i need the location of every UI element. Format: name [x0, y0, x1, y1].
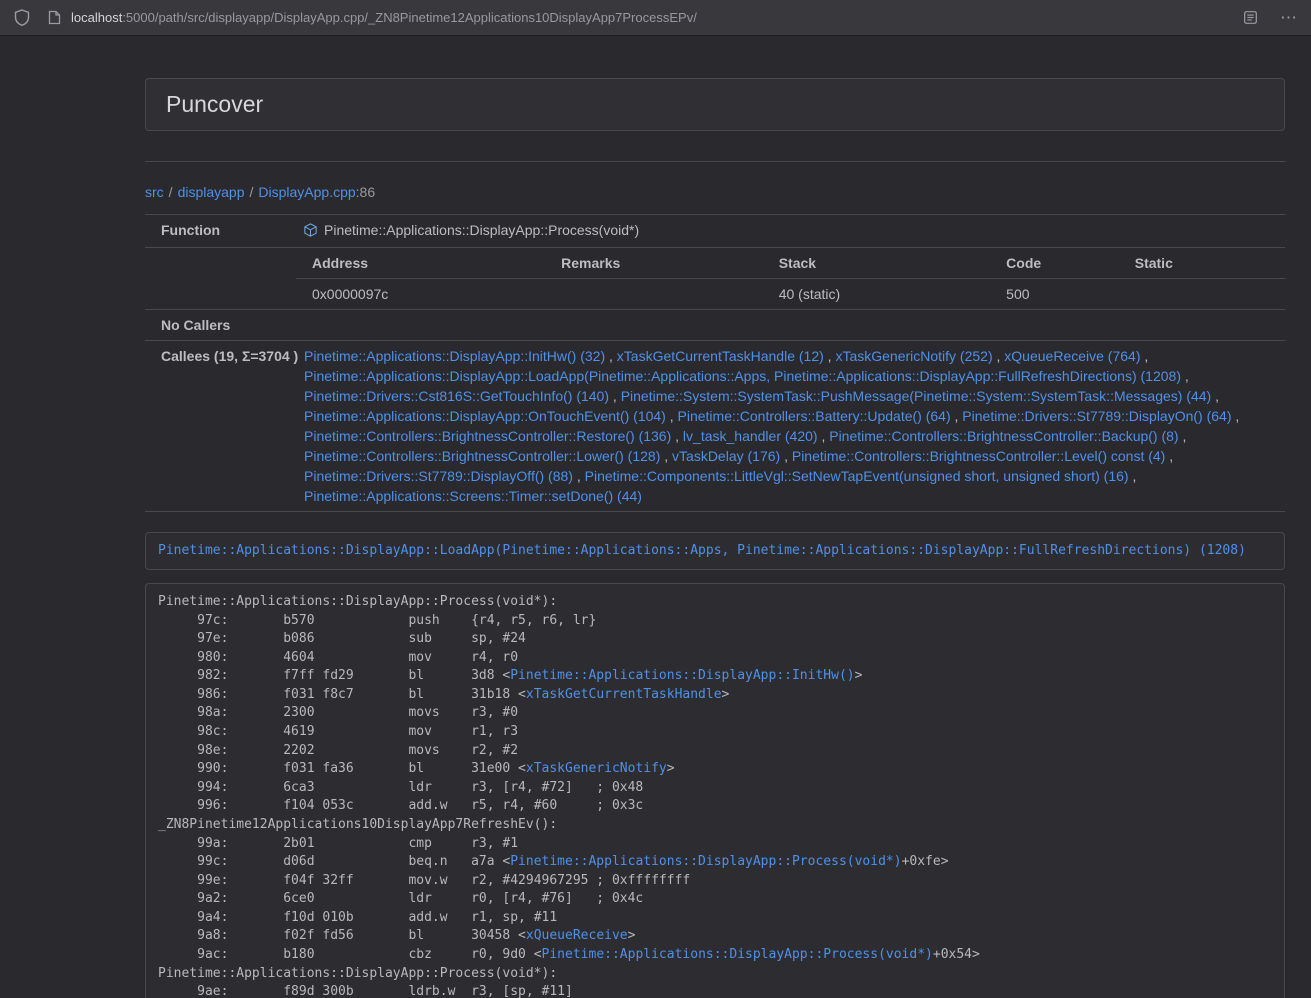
- code-symbol-link[interactable]: xQueueReceive: [526, 928, 628, 943]
- callee-link[interactable]: xTaskGenericNotify (252): [835, 348, 992, 364]
- function-row: Function Pinetime::Applications::Display…: [145, 215, 1285, 248]
- code-symbol-link[interactable]: Pinetime::Applications::DisplayApp::Init…: [510, 668, 854, 683]
- code-symbol-link[interactable]: xTaskGenericNotify: [526, 761, 667, 776]
- callee-link[interactable]: Pinetime::Drivers::St7789::DisplayOff() …: [304, 468, 573, 484]
- stats-header-row: Address Remarks Stack Code Static: [296, 248, 1285, 279]
- disassembly-pre: Pinetime::Applications::DisplayApp::Proc…: [145, 583, 1285, 998]
- stats-row: Address Remarks Stack Code Static 0x0000…: [145, 248, 1285, 310]
- url-bar[interactable]: localhost:5000/path/src/displayapp/Displ…: [71, 10, 1227, 25]
- callee-link[interactable]: Pinetime::System::SystemTask::PushMessag…: [621, 388, 1212, 404]
- code-symbol-link[interactable]: Pinetime::Applications::DisplayApp::Proc…: [542, 947, 933, 962]
- callee-link[interactable]: Pinetime::Applications::DisplayApp::OnTo…: [304, 408, 666, 424]
- breadcrumb-link-src[interactable]: src: [145, 184, 164, 200]
- stats-value-row: 0x0000097c 40 (static) 500: [296, 279, 1285, 310]
- breadcrumb: src/displayapp/DisplayApp.cpp:86: [145, 182, 1285, 202]
- breadcrumb-separator: /: [245, 184, 259, 200]
- callee-link[interactable]: xQueueReceive (764): [1004, 348, 1140, 364]
- no-callers-label: No Callers: [145, 310, 296, 341]
- url-path: :5000/path/src/displayapp/DisplayApp.cpp…: [122, 10, 697, 25]
- no-callers-cell: [296, 310, 1285, 341]
- static-value: [1127, 279, 1285, 310]
- address-value: 0x0000097c: [296, 279, 553, 310]
- callee-link[interactable]: Pinetime::Drivers::St7789::DisplayOn() (…: [962, 408, 1231, 424]
- callees-label: Callees (19, Σ=3704 ): [145, 341, 296, 512]
- highlighted-symbol: Pinetime::Applications::DisplayApp::Load…: [145, 532, 1285, 570]
- app-header: Puncover: [145, 78, 1285, 131]
- page-title: Puncover: [166, 91, 1264, 118]
- column-header-remarks: Remarks: [553, 248, 771, 279]
- callee-link[interactable]: xTaskGetCurrentTaskHandle (12): [617, 348, 824, 364]
- code-value: 500: [998, 279, 1127, 310]
- divider: [145, 161, 1285, 162]
- breadcrumb-line-number: :86: [356, 184, 375, 200]
- browser-chrome: localhost:5000/path/src/displayapp/Displ…: [0, 0, 1311, 36]
- url-host: localhost: [71, 10, 122, 25]
- stack-value: 40 (static): [771, 279, 998, 310]
- callee-link[interactable]: Pinetime::Applications::DisplayApp::Load…: [304, 368, 1181, 384]
- symbol-table: Function Pinetime::Applications::Display…: [145, 214, 1285, 512]
- more-options-icon[interactable]: ⋯: [1280, 9, 1297, 26]
- callee-link[interactable]: Pinetime::Drivers::Cst816S::GetTouchInfo…: [304, 388, 609, 404]
- function-name: Pinetime::Applications::DisplayApp::Proc…: [324, 222, 639, 238]
- highlighted-symbol-link[interactable]: Pinetime::Applications::DisplayApp::Load…: [158, 543, 1246, 558]
- page-icon: [48, 10, 61, 25]
- function-row-label: Function: [145, 215, 296, 248]
- column-header-stack: Stack: [771, 248, 998, 279]
- callee-link[interactable]: Pinetime::Components::LittleVgl::SetNewT…: [585, 468, 1129, 484]
- callees-list: Pinetime::Applications::DisplayApp::Init…: [296, 341, 1285, 512]
- stats-table: Address Remarks Stack Code Static 0x0000…: [296, 248, 1285, 309]
- column-header-address: Address: [296, 248, 553, 279]
- callee-link[interactable]: Pinetime::Controllers::BrightnessControl…: [304, 428, 671, 444]
- remarks-value: [553, 279, 771, 310]
- callee-link[interactable]: Pinetime::Applications::DisplayApp::Init…: [304, 348, 605, 364]
- breadcrumb-link-file[interactable]: DisplayApp.cpp: [258, 184, 355, 200]
- column-header-code: Code: [998, 248, 1127, 279]
- callee-link[interactable]: vTaskDelay (176): [672, 448, 780, 464]
- no-callers-row: No Callers: [145, 310, 1285, 341]
- callee-link[interactable]: Pinetime::Controllers::BrightnessControl…: [792, 448, 1165, 464]
- stats-cell: Address Remarks Stack Code Static 0x0000…: [296, 248, 1285, 310]
- code-symbol-link[interactable]: xTaskGetCurrentTaskHandle: [526, 687, 722, 702]
- callee-link[interactable]: lv_task_handler (420): [683, 428, 818, 444]
- function-icon: [304, 222, 317, 242]
- code-symbol-link[interactable]: Pinetime::Applications::DisplayApp::Proc…: [510, 854, 901, 869]
- callee-link[interactable]: Pinetime::Applications::Screens::Timer::…: [304, 488, 642, 504]
- callee-link[interactable]: Pinetime::Controllers::Battery::Update()…: [678, 408, 951, 424]
- reader-mode-icon[interactable]: [1243, 10, 1258, 25]
- column-header-static: Static: [1127, 248, 1285, 279]
- callee-link[interactable]: Pinetime::Controllers::BrightnessControl…: [304, 448, 660, 464]
- shield-icon[interactable]: [14, 9, 30, 26]
- function-cell: Pinetime::Applications::DisplayApp::Proc…: [296, 215, 1285, 248]
- breadcrumb-link-displayapp[interactable]: displayapp: [178, 184, 245, 200]
- callee-link[interactable]: Pinetime::Controllers::BrightnessControl…: [829, 428, 1178, 444]
- stats-row-label: [145, 248, 296, 310]
- page-content: Puncover src/displayapp/DisplayApp.cpp:8…: [145, 36, 1285, 998]
- breadcrumb-separator: /: [164, 184, 178, 200]
- callees-row: Callees (19, Σ=3704 ) Pinetime::Applicat…: [145, 341, 1285, 512]
